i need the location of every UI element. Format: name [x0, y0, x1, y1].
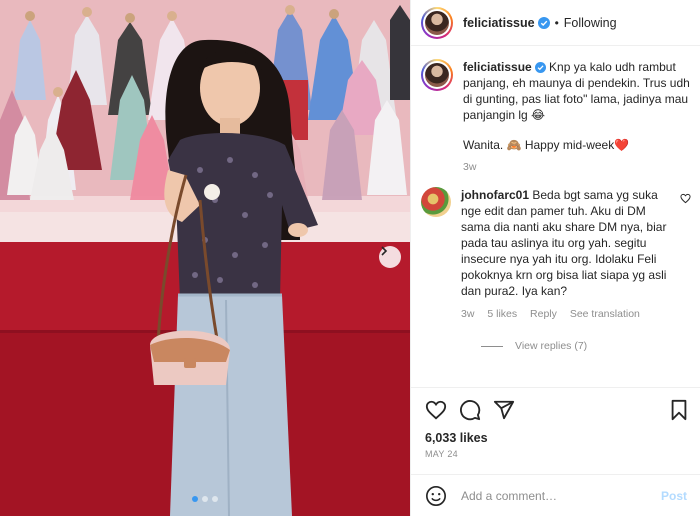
- caption-text-2: Wanita. 🙈 Happy mid-week❤️: [463, 138, 630, 152]
- post-comment-button[interactable]: Post: [661, 489, 687, 503]
- post-header: feliciatissue • Following: [411, 0, 700, 46]
- comment-username[interactable]: johnofarc01: [461, 188, 529, 202]
- caption: feliciatissue Knp ya kalo udh rambut pan…: [421, 59, 691, 175]
- see-translation-button[interactable]: See translation: [570, 308, 640, 320]
- comments-list[interactable]: feliciatissue Knp ya kalo udh rambut pan…: [411, 47, 700, 387]
- carousel-dot: [192, 496, 198, 502]
- save-button[interactable]: [669, 399, 689, 421]
- comment-item: johnofarc01 Beda bgt sama yg suka nge ed…: [421, 187, 691, 322]
- view-replies-label: View replies (7): [515, 340, 588, 352]
- like-button[interactable]: [425, 399, 447, 421]
- verified-icon: [534, 62, 546, 73]
- comment-composer: Post: [411, 474, 700, 516]
- photo-illustration: [0, 0, 410, 516]
- bookmark-icon: [671, 399, 687, 421]
- comment-likes[interactable]: 5 likes: [487, 308, 517, 320]
- comment-button[interactable]: [459, 399, 481, 421]
- author-username[interactable]: feliciatissue: [463, 16, 535, 30]
- likes-count[interactable]: 6,033 likes: [425, 431, 689, 445]
- caption-username[interactable]: feliciatissue: [463, 60, 532, 74]
- carousel-dot: [202, 496, 208, 502]
- share-button[interactable]: [493, 399, 515, 421]
- carousel-indicator: [0, 496, 410, 502]
- comment-input[interactable]: [461, 488, 661, 503]
- carousel-dot: [212, 496, 218, 502]
- heart-icon: [425, 400, 447, 420]
- post-side-panel: feliciatissue • Following feliciatissue …: [410, 0, 700, 516]
- chevron-right-icon: [381, 246, 388, 256]
- author-avatar[interactable]: [421, 6, 453, 39]
- share-icon: [493, 400, 515, 420]
- view-replies-button[interactable]: View replies (7): [481, 340, 691, 352]
- post-actions: 6,033 likes MAY 24: [411, 387, 700, 459]
- verified-icon: [537, 16, 550, 29]
- reply-button[interactable]: Reply: [530, 308, 557, 320]
- caption-avatar[interactable]: [421, 59, 453, 91]
- comment-like-heart-icon[interactable]: [680, 193, 691, 204]
- caption-time: 3w: [463, 161, 477, 173]
- comment-text: Beda bgt sama yg suka nge edit dan pamer…: [461, 188, 667, 298]
- follow-state-button[interactable]: Following: [564, 16, 617, 30]
- emoji-icon[interactable]: [425, 485, 447, 507]
- separator-dot: •: [554, 15, 559, 30]
- commenter-avatar[interactable]: [421, 187, 451, 217]
- comment-icon: [460, 400, 481, 421]
- next-slide-button[interactable]: [379, 246, 401, 268]
- post-photo[interactable]: [0, 0, 410, 516]
- comment-time: 3w: [461, 308, 475, 320]
- post-date: MAY 24: [425, 449, 458, 459]
